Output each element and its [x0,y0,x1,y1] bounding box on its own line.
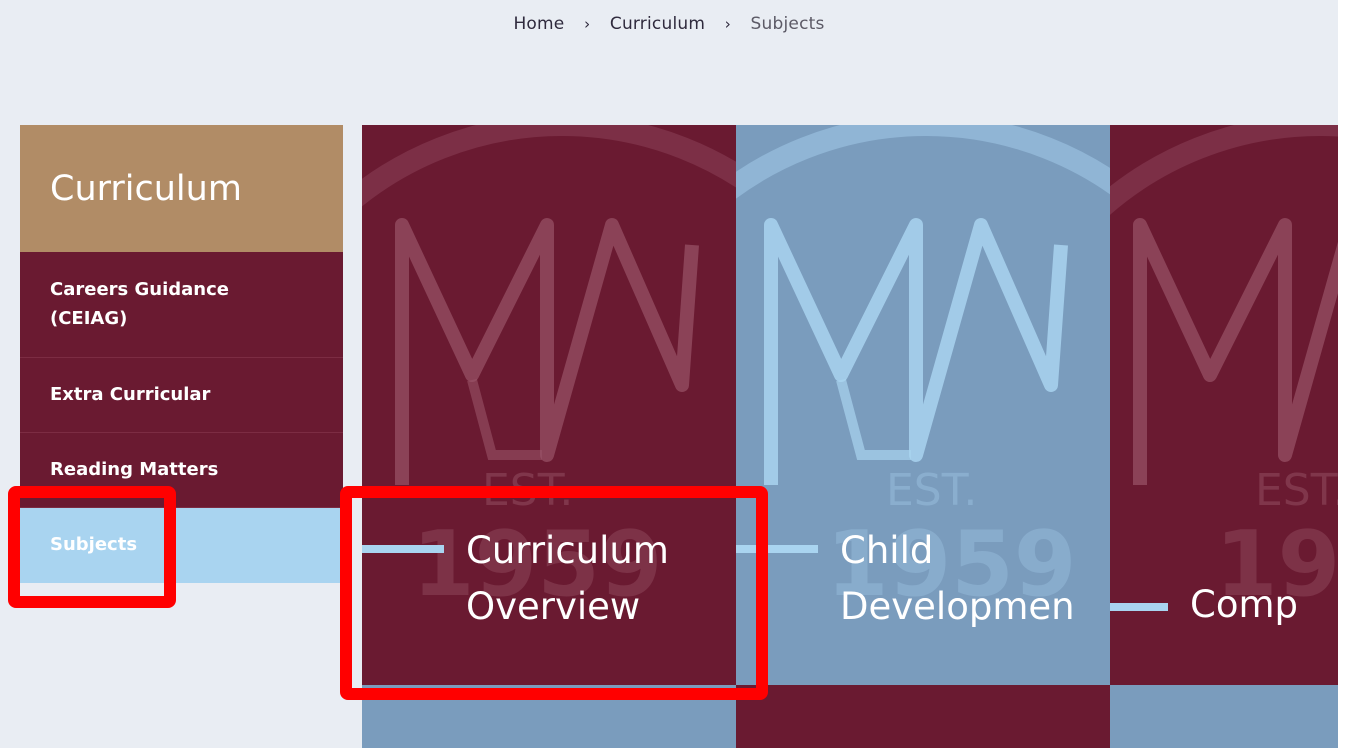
sidebar-item-label: Careers Guidance (CEIAG) [50,278,229,329]
chevron-right-icon: › [584,15,591,33]
logo-est-text: EST. [886,465,977,516]
content-area: Home › Curriculum › Subjects Curriculum … [0,0,1338,748]
breadcrumb-home-link[interactable]: Home [513,14,564,34]
subject-tile-row2-3[interactable] [1110,685,1338,748]
tile-label: Child Developmen [736,523,1110,635]
page-edge [1338,0,1347,748]
sidebar-item-label: Reading Matters [50,458,219,480]
sidebar-heading: Curriculum [20,125,343,252]
chevron-right-icon: › [724,15,731,33]
breadcrumb-current: Subjects [750,14,825,34]
label-bar [1110,603,1168,611]
highlight-box-subjects [8,486,176,608]
subject-tile-computing[interactable]: EST. 1959 Comp [1110,125,1338,685]
tile-title: Child Developmen [840,529,1075,628]
sidebar-item-extra-curricular[interactable]: Extra Curricular [20,358,343,433]
subject-tile-child-development[interactable]: EST. 1959 Child Developmen [736,125,1110,685]
subject-tile-row2-2[interactable] [736,685,1110,748]
sidebar-item-label: Extra Curricular [50,383,211,405]
tile-label: Comp [1110,581,1338,633]
breadcrumb: Home › Curriculum › Subjects [0,14,1338,34]
tile-title: Comp [1190,583,1299,626]
highlight-box-curriculum-overview [340,486,768,700]
breadcrumb-curriculum-link[interactable]: Curriculum [610,14,705,34]
sidebar-item-careers-guidance[interactable]: Careers Guidance (CEIAG) [20,252,343,358]
logo-est-text: EST. [1255,465,1338,516]
